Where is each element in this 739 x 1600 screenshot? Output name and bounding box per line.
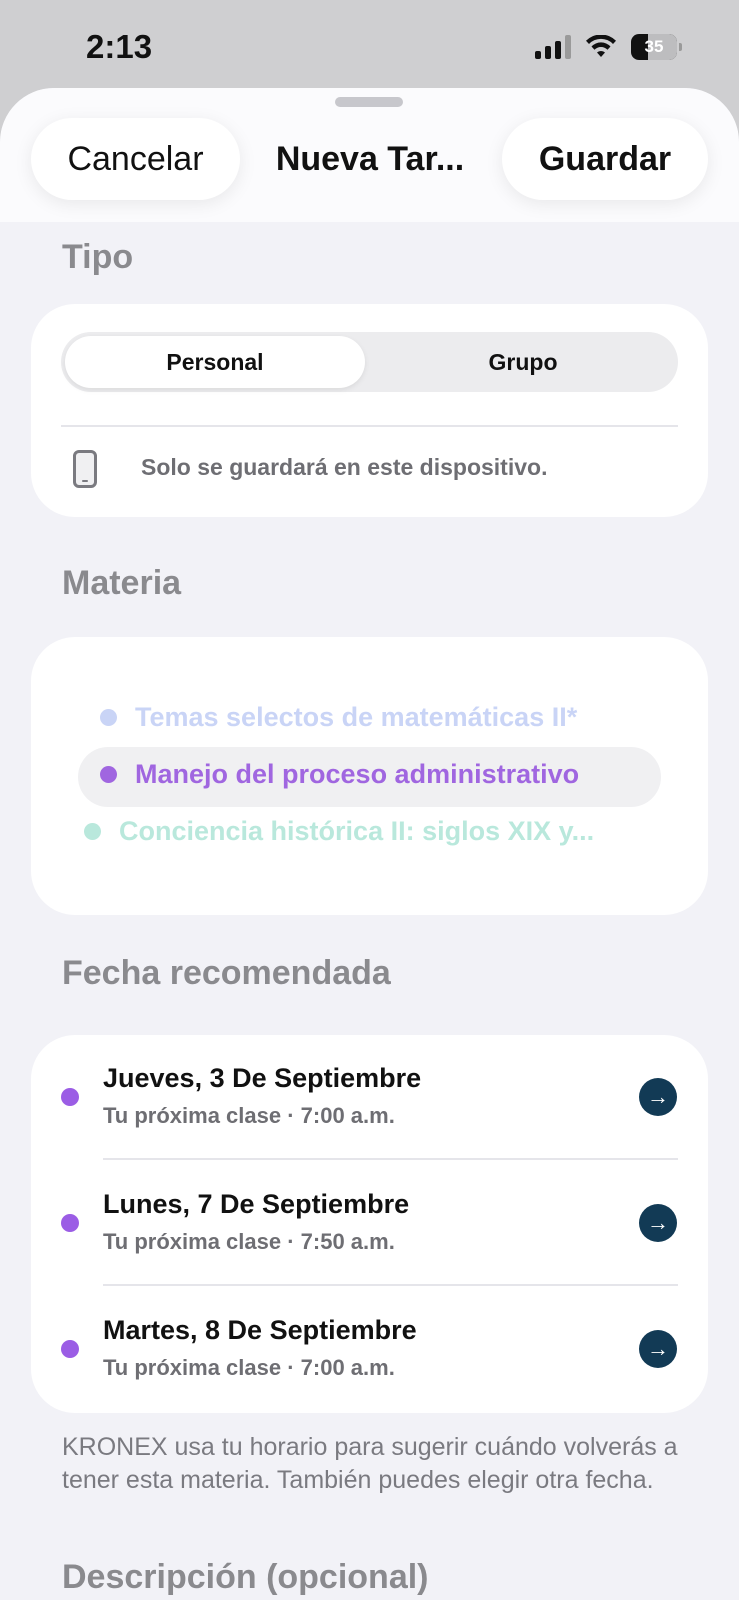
- date-title: Jueves, 3 De Septiembre: [103, 1063, 422, 1093]
- battery-icon: 35: [631, 34, 682, 60]
- descripcion-section-label: Descripción (opcional): [62, 1558, 429, 1596]
- materia-picker-card[interactable]: Temas selectos de matemáticas II* Manejo…: [31, 637, 708, 915]
- picker-option[interactable]: Temas selectos de matemáticas II*: [100, 702, 577, 733]
- phone-icon: [73, 450, 97, 488]
- date-dot: [61, 1340, 79, 1358]
- date-title: Martes, 8 De Septiembre: [103, 1315, 417, 1345]
- fecha-footer-note: KRONEX usa tu horario para sugerir cuánd…: [62, 1433, 678, 1494]
- date-subtitle: Tu próxima clase · 7:50 a.m.: [103, 1229, 395, 1254]
- picker-option[interactable]: Conciencia histórica II: siglos XIX y...: [84, 816, 594, 847]
- date-option[interactable]: Martes, 8 De Septiembre Tu próxima clase…: [31, 1287, 708, 1411]
- cellular-signal-icon: [535, 35, 571, 59]
- picker-option-selected[interactable]: Manejo del proceso administrativo: [100, 759, 579, 790]
- materia-section-label: Materia: [62, 564, 182, 602]
- divider: [103, 1158, 678, 1160]
- wifi-icon: [586, 35, 616, 57]
- arrow-right-icon[interactable]: →: [639, 1078, 677, 1116]
- tipo-segmented-control: Personal Grupo: [61, 332, 678, 392]
- arrow-right-icon[interactable]: →: [639, 1204, 677, 1242]
- status-icons: 35: [535, 34, 682, 60]
- status-bar: 2:13 35: [0, 0, 739, 95]
- sheet-grabber[interactable]: [335, 97, 403, 107]
- tipo-note: Solo se guardará en este dispositivo.: [141, 454, 548, 480]
- date-dot: [61, 1088, 79, 1106]
- sheet-header: Cancelar Nueva Tar... Guardar: [0, 88, 739, 222]
- cancel-button[interactable]: Cancelar: [31, 118, 240, 200]
- status-time: 2:13: [86, 28, 153, 65]
- divider: [61, 425, 678, 427]
- new-task-sheet: Cancelar Nueva Tar... Guardar Tipo Perso…: [0, 88, 739, 1600]
- divider: [103, 1284, 678, 1286]
- picker-option-label: Conciencia histórica II: siglos XIX y...: [119, 816, 595, 846]
- save-button[interactable]: Guardar: [502, 118, 708, 200]
- fecha-section-label: Fecha recomendada: [62, 954, 391, 992]
- date-option[interactable]: Lunes, 7 De Septiembre Tu próxima clase …: [31, 1161, 708, 1285]
- color-dot: [100, 709, 117, 726]
- fecha-card: Jueves, 3 De Septiembre Tu próxima clase…: [31, 1035, 708, 1413]
- tipo-card: Personal Grupo Solo se guardará en este …: [31, 304, 708, 517]
- battery-level: 35: [644, 37, 664, 56]
- tipo-section-label: Tipo: [62, 238, 134, 276]
- arrow-right-icon[interactable]: →: [639, 1330, 677, 1368]
- picker-option-label: Temas selectos de matemáticas II*: [135, 702, 578, 732]
- date-subtitle: Tu próxima clase · 7:00 a.m.: [103, 1355, 395, 1380]
- date-dot: [61, 1214, 79, 1232]
- sheet-title: Nueva Tar...: [275, 139, 465, 178]
- segment-grupo[interactable]: Grupo: [373, 336, 673, 388]
- picker-option-label: Manejo del proceso administrativo: [135, 759, 580, 789]
- color-dot: [100, 766, 117, 783]
- date-subtitle: Tu próxima clase · 7:00 a.m.: [103, 1103, 395, 1128]
- segment-personal[interactable]: Personal: [65, 336, 365, 388]
- color-dot: [84, 823, 101, 840]
- date-option[interactable]: Jueves, 3 De Septiembre Tu próxima clase…: [31, 1035, 708, 1159]
- date-title: Lunes, 7 De Septiembre: [103, 1189, 410, 1219]
